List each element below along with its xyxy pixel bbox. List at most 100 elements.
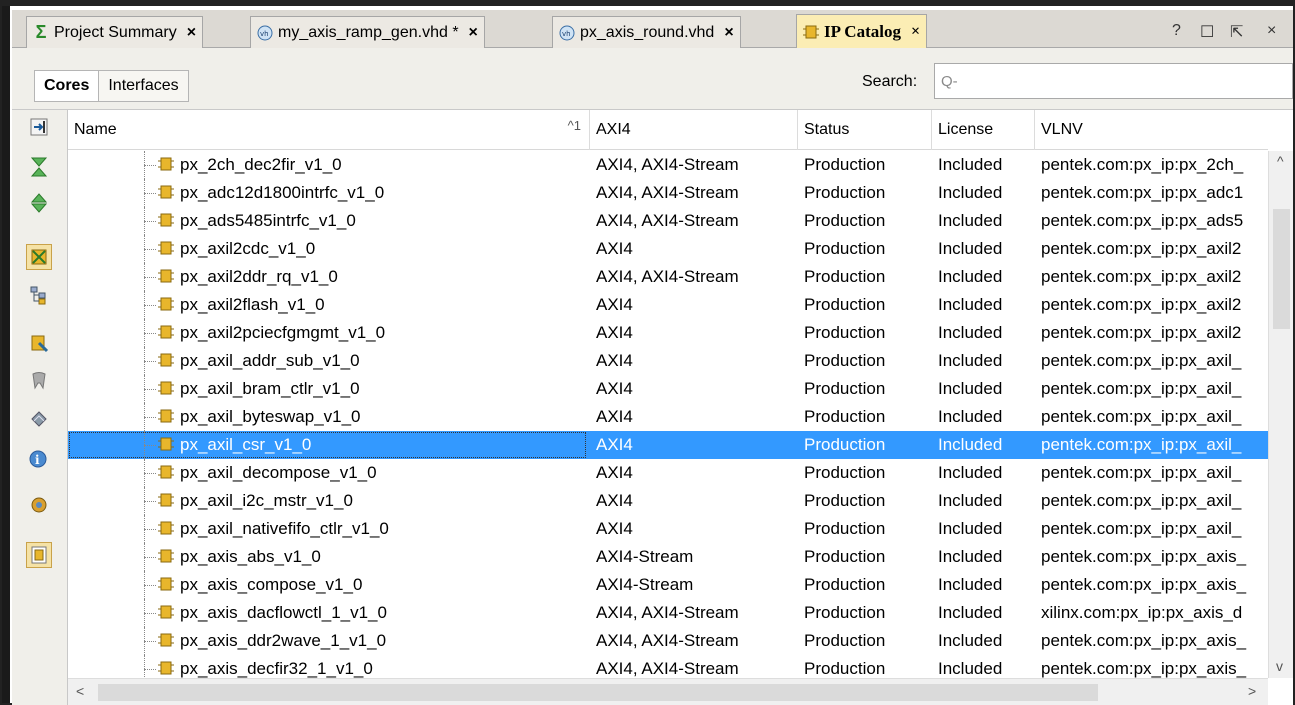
tab-px-axis-round[interactable]: vh px_axis_round.vhd × [552,16,741,48]
repository-icon[interactable] [26,406,52,432]
cell-vlnv: pentek.com:px_ip:px_axil_ [1041,351,1242,370]
cell-vlnv: pentek.com:px_ip:px_axil_ [1041,463,1242,482]
column-label: Status [804,121,850,138]
table-row[interactable]: px_axil2cdc_v1_0 AXI4 Production Included pe… [68,235,1268,263]
tab-my-axis-ramp-gen[interactable]: vh my_axis_ramp_gen.vhd * × [250,16,485,48]
table-row[interactable]: px_axil_nativefifo_ctlr_v1_0 AXI4 Producti… [68,515,1268,543]
cell-name: px_axis_compose_v1_0 [68,571,587,599]
cell-license: Included [938,239,1003,258]
cell-license: Included [938,547,1003,566]
customize-ip-icon[interactable] [26,330,52,356]
float-icon[interactable]: ⇱ [1230,22,1243,42]
cell-name: px_axis_abs_v1_0 [68,543,587,571]
ip-name: px_axil_byteswap_v1_0 [180,407,361,426]
close-window-icon[interactable]: × [1267,22,1276,40]
cell-axi4: AXI4 [596,351,633,370]
scroll-up-icon[interactable]: ^ [1277,153,1284,169]
table-row[interactable]: px_axil_i2c_mstr_v1_0 AXI4 Production Inclu… [68,487,1268,515]
filter-icon[interactable] [26,368,52,394]
column-label: AXI4 [596,121,631,138]
cell-license: Included [938,183,1003,202]
column-header-license[interactable]: License [932,110,1035,150]
vertical-scrollbar[interactable]: ^ v [1268,151,1293,678]
scroll-thumb[interactable] [98,684,1098,701]
close-icon[interactable]: × [187,24,196,42]
close-icon[interactable]: × [469,24,478,42]
table-row[interactable]: px_adc12d1800intrfc_v1_0 AXI4, AXI4-Strea… [68,179,1268,207]
column-header-name[interactable]: Name ^1 [68,110,590,150]
view-toggle: Cores Interfaces [34,70,189,102]
expand-all-icon[interactable] [26,154,52,180]
ip-core-icon [158,351,180,370]
ip-name: px_2ch_dec2fir_v1_0 [180,155,342,174]
column-header-vlnv[interactable]: VLNV [1035,110,1268,150]
ip-core-icon [158,323,180,342]
cell-license: Included [938,379,1003,398]
table-row[interactable]: px_axil2flash_v1_0 AXI4 Production Included… [68,291,1268,319]
cell-vlnv: pentek.com:px_ip:px_axis_ [1041,547,1247,566]
search-input[interactable]: Q- [934,63,1293,99]
scroll-left-icon[interactable]: < [76,683,84,699]
column-header-status[interactable]: Status [798,110,932,150]
cell-license: Included [938,295,1003,314]
cell-license: Included [938,435,1003,454]
help-icon[interactable]: ? [1172,22,1181,40]
cell-license: Included [938,519,1003,538]
table-row[interactable]: px_axil2ddr_rq_v1_0 AXI4, AXI4-Stream Prod… [68,263,1268,291]
close-icon[interactable]: × [911,23,920,41]
cell-axi4: AXI4, AXI4-Stream [596,631,739,650]
table-row[interactable]: px_axil_byteswap_v1_0 AXI4 Production Inclu… [68,403,1268,431]
ip-summary-icon[interactable] [26,542,52,568]
table-row[interactable]: px_axis_abs_v1_0 AXI4-Stream Production Inc… [68,543,1268,571]
column-header-axi4[interactable]: AXI4 [590,110,798,150]
cell-vlnv: pentek.com:px_ip:px_axil2 [1041,239,1242,258]
table-row[interactable]: px_axil_addr_sub_v1_0 AXI4 Production Inclu… [68,347,1268,375]
ip-name: px_axil2ddr_rq_v1_0 [180,267,338,286]
table-row[interactable]: px_axis_compose_v1_0 AXI4-Stream Productio… [68,571,1268,599]
cell-name: px_axil2pciecfgmgmt_v1_0 [68,319,587,347]
ip-name: px_axil_csr_v1_0 [180,435,312,454]
table-row[interactable]: px_axil2pciecfgmgmt_v1_0 AXI4 Production In… [68,319,1268,347]
scroll-thumb[interactable] [1273,209,1290,329]
cell-status: Production [804,519,886,538]
tab-ip-catalog[interactable]: IP Catalog × [796,14,928,48]
table-row[interactable]: px_ads5485intrfc_v1_0 AXI4, AXI4-Stream Pr… [68,207,1268,235]
table-header: Name ^1 AXI4 Status License VLNV [68,110,1268,150]
cell-name: px_axil_addr_sub_v1_0 [68,347,587,375]
table-row[interactable]: px_axil_csr_v1_0 AXI4 Production Included pe… [68,431,1268,459]
ip-core-icon [158,267,180,286]
table-row[interactable]: px_axis_dacflowctl_1_v1_0 AXI4, AXI4-Stre… [68,599,1268,627]
restore-icon[interactable]: ☐ [1200,22,1214,42]
scroll-down-icon[interactable]: v [1276,658,1283,674]
horizontal-scrollbar[interactable]: < > [68,678,1268,705]
cell-status: Production [804,435,886,454]
table-row[interactable]: px_2ch_dec2fir_v1_0 AXI4, AXI4-Stream Prod… [68,151,1268,179]
cell-status: Production [804,211,886,230]
tab-label: my_axis_ramp_gen.vhd * [278,23,459,41]
table-row[interactable]: px_axis_ddr2wave_1_v1_0 AXI4, AXI4-Stream… [68,627,1268,655]
cores-toggle[interactable]: Cores [35,71,100,101]
interfaces-toggle[interactable]: Interfaces [99,71,187,101]
cell-license: Included [938,463,1003,482]
cell-name: px_axil_csr_v1_0 [68,431,587,459]
close-icon[interactable]: × [724,24,733,42]
expand-selected-icon[interactable] [26,190,52,216]
table-row[interactable]: px_axil_decompose_v1_0 AXI4 Production Incl… [68,459,1268,487]
collapse-all-icon[interactable] [26,114,52,140]
hierarchy-icon[interactable] [26,282,52,308]
vertical-toolbar: i [12,110,68,705]
table-row[interactable]: px_axil_bram_ctlr_v1_0 AXI4 Production Incl… [68,375,1268,403]
column-label: License [938,121,994,138]
tab-project-summary[interactable]: Σ Project Summary × [26,16,204,48]
cell-axi4: AXI4, AXI4-Stream [596,603,739,622]
group-by-icon[interactable] [26,244,52,270]
scroll-right-icon[interactable]: > [1248,683,1256,699]
settings-icon[interactable] [26,492,52,518]
cell-name: px_adc12d1800intrfc_v1_0 [68,179,587,207]
cell-axi4: AXI4 [596,379,633,398]
ip-details-icon[interactable]: i [26,446,52,472]
ip-name: px_axil2flash_v1_0 [180,295,325,314]
svg-text:vh: vh [562,30,571,38]
cell-vlnv: pentek.com:px_ip:px_2ch_ [1041,155,1244,174]
cell-vlnv: pentek.com:px_ip:px_axil_ [1041,379,1242,398]
